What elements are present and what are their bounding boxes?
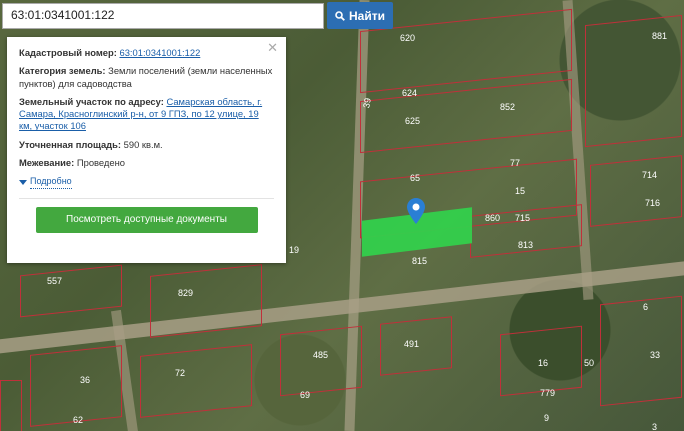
search-input[interactable]: 63:01:0341001:122 xyxy=(2,3,324,29)
address-row: Земельный участок по адресу: Самарская о… xyxy=(19,96,274,133)
divider xyxy=(19,197,274,199)
survey-value: Проведено xyxy=(76,157,125,169)
parcel-boundary xyxy=(590,155,682,227)
plot-number: 815 xyxy=(412,256,428,266)
survey-label: Межевание: xyxy=(19,157,75,169)
parcel-boundary xyxy=(140,344,252,418)
plot-number: 65 xyxy=(410,173,421,183)
survey-row: Межевание: Проведено xyxy=(19,157,274,169)
plot-number: 62 xyxy=(73,415,84,425)
plot-number: 19 xyxy=(289,245,300,255)
details-label: Подробно xyxy=(30,175,72,189)
view-documents-button[interactable]: Посмотреть доступные документы xyxy=(35,206,258,233)
plot-number: 72 xyxy=(175,368,186,378)
parcel-boundary xyxy=(20,264,122,318)
plot-number: 860 xyxy=(485,213,501,223)
plot-number: 36 xyxy=(80,375,91,385)
cadastral-link[interactable]: 63:01:0341001:122 xyxy=(119,47,200,58)
parcel-boundary xyxy=(150,264,262,338)
parcel-boundary xyxy=(280,325,362,397)
plot-number: 77 xyxy=(510,158,521,168)
location-pin-icon[interactable] xyxy=(407,198,425,224)
plot-number: 33 xyxy=(650,350,661,360)
plot-number: 557 xyxy=(47,276,63,286)
parcel-boundary xyxy=(585,14,682,148)
parcel-boundary xyxy=(360,78,572,154)
area-label: Уточненная площадь: xyxy=(19,138,122,150)
plot-number: 491 xyxy=(404,339,420,349)
plot-number: 50 xyxy=(584,358,595,368)
area-value: 590 кв.м. xyxy=(123,138,163,150)
parcel-boundary xyxy=(0,380,22,431)
category-row: Категория земель: Земли поселений (земли… xyxy=(19,65,274,90)
plot-number: 813 xyxy=(518,240,534,250)
plot-number: 714 xyxy=(642,170,658,180)
plot-number: 16 xyxy=(538,358,549,368)
address-label: Земельный участок по адресу: xyxy=(19,95,164,107)
plot-number: 625 xyxy=(405,116,421,126)
parcel-info-card: ✕ Кадастровый номер: 63:01:0341001:122 К… xyxy=(7,37,286,263)
search-icon xyxy=(335,10,345,21)
triangle-down-icon xyxy=(19,179,27,185)
plot-number: 3 xyxy=(652,422,658,431)
search-button-label: Найти xyxy=(349,8,385,23)
search-button[interactable]: Найти xyxy=(327,2,393,29)
close-icon[interactable]: ✕ xyxy=(267,41,278,54)
plot-number: 852 xyxy=(500,102,516,112)
cadastral-label: Кадастровый номер: xyxy=(19,47,117,58)
area-row: Уточненная площадь: 590 кв.м. xyxy=(19,139,274,151)
plot-number: 69 xyxy=(300,390,311,400)
cadastral-row: Кадастровый номер: 63:01:0341001:122 xyxy=(19,47,274,59)
plot-number: 716 xyxy=(645,198,661,208)
plot-number: 715 xyxy=(515,213,531,223)
plot-number: 39 xyxy=(361,97,373,109)
category-label: Категория земель: xyxy=(19,65,106,77)
plot-number: 9 xyxy=(544,413,550,423)
plot-number: 6 xyxy=(643,302,649,312)
parcel-boundary xyxy=(600,295,682,407)
plot-number: 881 xyxy=(652,31,668,41)
plot-number: 15 xyxy=(515,186,526,196)
plot-number: 829 xyxy=(178,288,194,298)
plot-number: 485 xyxy=(313,350,329,360)
plot-number: 624 xyxy=(402,88,418,98)
plot-number: 620 xyxy=(400,33,416,43)
details-toggle[interactable]: Подробно xyxy=(19,175,274,189)
plot-number: 779 xyxy=(540,388,556,398)
